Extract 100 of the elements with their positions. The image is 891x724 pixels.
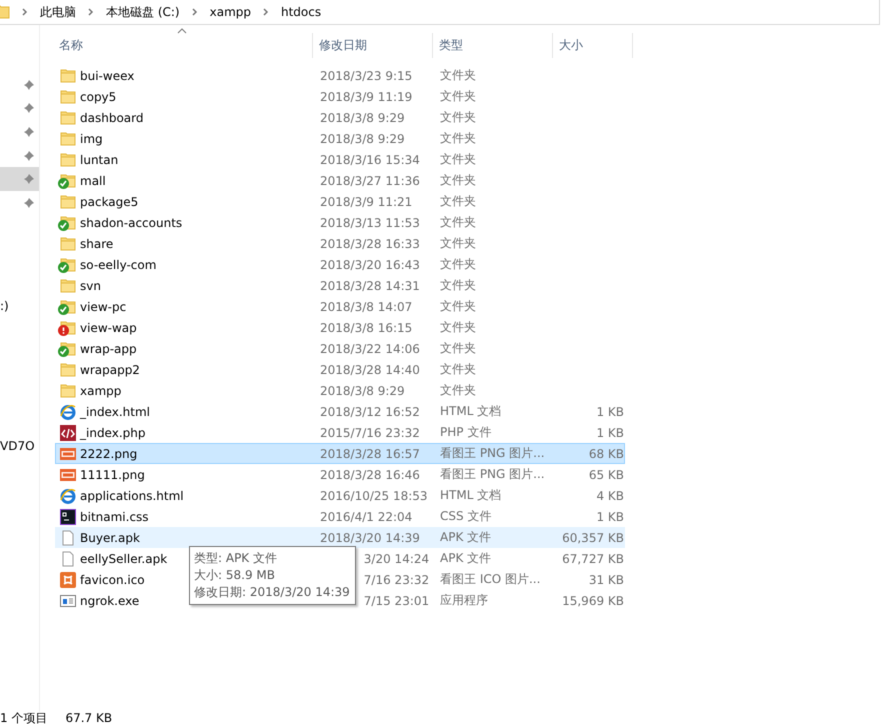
modified-date: 2018/3/28 14:40	[319, 362, 421, 376]
pin-icon[interactable]	[23, 173, 35, 186]
modified-date: 2018/3/20 16:43	[319, 258, 421, 272]
file-name: _index.html	[80, 404, 150, 418]
folder-icon	[60, 88, 76, 104]
modified-date: 2015/7/16 23:32	[319, 426, 421, 440]
modified-date: 2018/3/12 16:52	[319, 404, 421, 418]
file-size: 31 KB	[588, 572, 625, 586]
modified-date: 2016/10/25 18:53	[319, 488, 429, 502]
file-size: 1 KB	[595, 404, 625, 418]
file-size: 60,357 KB	[561, 530, 625, 544]
pin-icon[interactable]	[23, 196, 35, 209]
file-name: luntan	[80, 152, 118, 166]
modified-date: 2018/3/16 15:34	[319, 152, 421, 166]
browser-icon	[60, 488, 76, 504]
chevron-icon[interactable]	[22, 8, 28, 16]
chevron-icon[interactable]	[192, 8, 198, 16]
column-header[interactable]: 类型	[433, 33, 553, 58]
file-row[interactable]: Buyer.apk 2018/3/20 14:39 APK 文件 60,357 KB	[55, 527, 625, 548]
file-type: 文件夹	[439, 193, 477, 210]
file-name: copy5	[80, 90, 116, 104]
column-header[interactable]: 名称	[55, 33, 313, 58]
file-type: 看图王 ICO 图片...	[439, 571, 542, 588]
column-header[interactable]: 修改日期	[313, 33, 433, 58]
nav-label[interactable]: :)	[0, 298, 39, 313]
sort-caret-icon	[177, 28, 187, 34]
file-size: 68 KB	[588, 446, 625, 460]
image-file-icon	[60, 446, 76, 462]
folder-icon	[60, 382, 76, 398]
chevron-icon[interactable]	[88, 8, 94, 16]
tooltip-line: 修改日期: 2018/3/20 14:39	[194, 584, 350, 601]
file-size: 65 KB	[588, 468, 625, 482]
file-name: bitnami.css	[80, 510, 149, 524]
file-name: svn	[80, 278, 101, 292]
modified-date: 2018/3/8 9:29	[319, 110, 406, 124]
file-name: _index.php	[80, 426, 146, 440]
browser-icon	[60, 404, 76, 420]
file-name: wrapapp2	[80, 362, 140, 376]
pin-icon[interactable]	[23, 126, 35, 138]
code-file-icon	[60, 424, 76, 440]
file-row[interactable]: 2222.png 2018/3/28 16:57 看图王 PNG 图片... 68 KB	[55, 443, 625, 464]
file-size: 67,727 KB	[561, 552, 625, 566]
file-size: 1 KB	[595, 426, 625, 440]
modified-date: 2018/3/13 11:53	[319, 216, 421, 230]
file-name: applications.html	[80, 488, 184, 502]
folder-icon	[60, 194, 76, 210]
folder-icon	[60, 152, 76, 168]
modified-date: 2018/3/20 14:39	[319, 530, 421, 544]
file-type: 文件夹	[439, 130, 477, 147]
file-type: 文件夹	[439, 172, 477, 189]
file-name: Buyer.apk	[80, 530, 140, 544]
quick-access-item[interactable]	[0, 167, 39, 191]
breadcrumb-item[interactable]: 此电脑	[40, 4, 76, 20]
file-type: HTML 文档	[439, 487, 502, 504]
modified-date: 2018/3/23 9:15	[319, 68, 414, 82]
image-file-icon	[60, 466, 76, 482]
file-type: APK 文件	[439, 550, 492, 567]
item-count: 1 个项目	[0, 712, 48, 724]
pin-icon[interactable]	[23, 150, 35, 162]
nav-label[interactable]: VD7O	[0, 438, 40, 453]
chevron-icon[interactable]	[263, 8, 269, 16]
breadcrumb-item[interactable]: 本地磁盘 (C:)	[106, 4, 180, 20]
file-type: 文件夹	[439, 67, 477, 84]
folder-icon	[60, 278, 76, 294]
modified-date: 2018/3/9 11:19	[319, 90, 414, 104]
breadcrumb-item[interactable]: xampp	[210, 5, 251, 19]
file-size: 4 KB	[595, 488, 625, 502]
file-name: img	[80, 132, 103, 146]
file-name: bui-weex	[80, 68, 134, 82]
folder-icon	[60, 110, 76, 126]
file-size: 15,969 KB	[561, 594, 625, 608]
file-name: shadon-accounts	[80, 216, 182, 230]
modified-date: 7/15 23:01	[362, 594, 430, 608]
breadcrumb-item[interactable]: htdocs	[281, 5, 322, 19]
folder-icon	[0, 5, 10, 19]
selection-size: 67.7 KB	[65, 712, 112, 724]
file-name: favicon.ico	[80, 572, 145, 586]
file-name: view-wap	[80, 320, 137, 334]
file-name: 11111.png	[80, 468, 145, 482]
pin-icon[interactable]	[23, 102, 35, 114]
terminal-file-icon	[60, 508, 76, 524]
modified-date: 2018/3/28 16:33	[319, 236, 421, 250]
app-file-icon	[60, 572, 76, 588]
file-name: xampp	[80, 384, 122, 398]
modified-date: 2018/3/8 16:15	[319, 320, 414, 334]
file-type: 文件夹	[439, 382, 477, 399]
file-type: 文件夹	[439, 340, 477, 357]
file-name: view-pc	[80, 300, 126, 314]
modified-date: 2018/3/28 16:57	[319, 446, 421, 460]
file-type: 文件夹	[439, 151, 477, 168]
modified-date: 2018/3/28 16:46	[319, 468, 421, 482]
file-name: 2222.png	[80, 446, 138, 460]
modified-date: 2018/3/8 14:07	[319, 300, 414, 314]
modified-date: 2018/3/27 11:36	[319, 174, 421, 188]
pin-icon[interactable]	[23, 78, 35, 91]
modified-date: 2018/3/9 11:21	[319, 194, 414, 208]
modified-date: 7/16 23:32	[362, 572, 430, 586]
column-header[interactable]: 大小	[553, 33, 633, 58]
file-type: 文件夹	[439, 277, 477, 294]
folder-icon	[60, 236, 76, 252]
